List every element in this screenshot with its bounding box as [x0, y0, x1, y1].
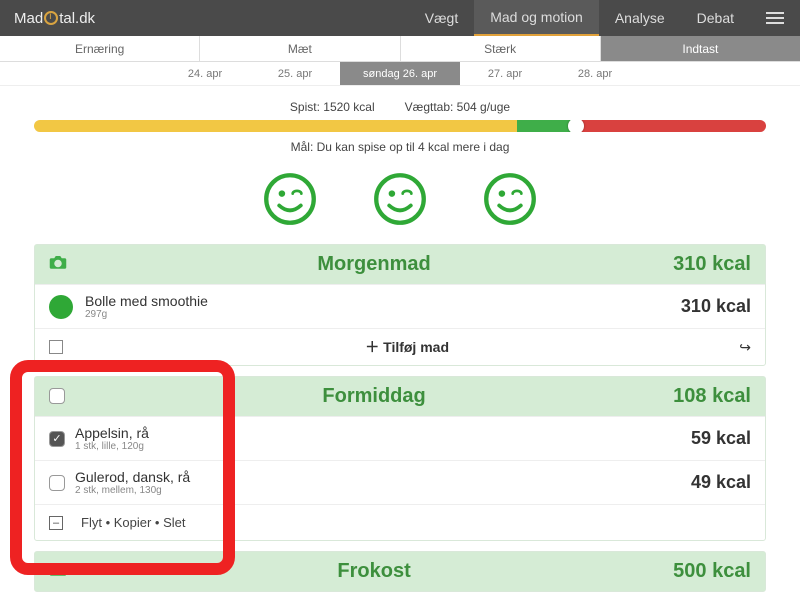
- calorie-bar: [34, 120, 766, 132]
- date-26apr[interactable]: søndag 26. apr: [340, 62, 460, 85]
- food-name: Appelsin, rå: [75, 425, 691, 441]
- meal-head: Morgenmad 310 kcal: [35, 245, 765, 284]
- summary-goal: Mål: Du kan spise op til 4 kcal mere i d…: [34, 140, 766, 154]
- food-row[interactable]: ✓ Appelsin, rå 1 stk, lille, 120g 59 kca…: [35, 416, 765, 460]
- food-text: Bolle med smoothie 297g: [85, 293, 681, 320]
- meal-formiddag: Formiddag 108 kcal ✓ Appelsin, rå 1 stk,…: [34, 376, 766, 541]
- select-all-checkbox[interactable]: [49, 388, 75, 406]
- nav-debat[interactable]: Debat: [681, 0, 750, 36]
- action-slet[interactable]: Slet: [163, 515, 185, 530]
- brand-logo[interactable]: Mad tal.dk: [0, 0, 109, 36]
- subtab-indtast[interactable]: Indtast: [601, 36, 800, 61]
- meal-title: Morgenmad: [75, 253, 673, 276]
- top-nav: Mad tal.dk Vægt Mad og motion Analyse Deb…: [0, 0, 800, 36]
- food-checkbox[interactable]: [49, 474, 75, 491]
- meal-kcal: 500 kcal: [673, 560, 751, 583]
- subtab-ernaering[interactable]: Ernæring: [0, 36, 200, 61]
- date-24apr[interactable]: 24. apr: [160, 62, 250, 85]
- nav-menu[interactable]: [750, 0, 800, 36]
- bar-knob[interactable]: [568, 120, 584, 132]
- bar-red: [576, 120, 766, 132]
- nav-mad-motion[interactable]: Mad og motion: [474, 0, 599, 36]
- action-flyt[interactable]: Flyt: [81, 515, 102, 530]
- food-checkbox[interactable]: ✓: [49, 430, 75, 447]
- hamburger-icon: [766, 12, 784, 24]
- food-sub: 2 stk, mellem, 130g: [75, 485, 691, 496]
- smiley-row: [0, 162, 800, 244]
- subtab-maet[interactable]: Mæt: [200, 36, 400, 61]
- brand-pre: Mad: [14, 10, 43, 27]
- sub-tabs: Ernæring Mæt Stærk Indtast: [0, 36, 800, 62]
- smiley-2-icon: [373, 172, 427, 226]
- date-25apr[interactable]: 25. apr: [250, 62, 340, 85]
- food-text: Gulerod, dansk, rå 2 stk, mellem, 130g: [75, 469, 691, 496]
- meal-kcal: 108 kcal: [673, 385, 751, 408]
- nav-vaegt[interactable]: Vægt: [409, 0, 474, 36]
- brand-post: tal.dk: [59, 10, 95, 27]
- meals-container: Morgenmad 310 kcal Bolle med smoothie 29…: [0, 244, 800, 592]
- deselect-icon[interactable]: –: [49, 516, 63, 530]
- food-name: Gulerod, dansk, rå: [75, 469, 691, 485]
- food-kcal: 310 kcal: [681, 296, 751, 317]
- camera-icon[interactable]: [49, 562, 75, 581]
- food-sub: 297g: [85, 309, 681, 320]
- date-28apr[interactable]: 28. apr: [550, 62, 640, 85]
- summary-eaten: Spist: 1520 kcal: [290, 100, 375, 114]
- share-icon[interactable]: ↪: [739, 339, 751, 356]
- food-text: Appelsin, rå 1 stk, lille, 120g: [75, 425, 691, 452]
- meal-title: Formiddag: [75, 385, 673, 408]
- meal-frokost: Frokost 500 kcal: [34, 551, 766, 592]
- food-kcal: 49 kcal: [691, 472, 751, 493]
- date-row: 24. apr 25. apr søndag 26. apr 27. apr 2…: [0, 62, 800, 86]
- food-row[interactable]: Bolle med smoothie 297g 310 kcal: [35, 284, 765, 328]
- camera-icon[interactable]: [49, 255, 75, 274]
- meal-head: Frokost 500 kcal: [35, 552, 765, 591]
- add-food-button[interactable]: ＋ Tilføj mad: [75, 337, 739, 357]
- summary-block: Spist: 1520 kcal Vægttab: 504 g/uge Mål:…: [0, 86, 800, 162]
- selection-actions: – Flyt • Kopier • Slet: [35, 504, 765, 540]
- action-kopier[interactable]: Kopier: [114, 515, 152, 530]
- subtab-staerk[interactable]: Stærk: [401, 36, 601, 61]
- date-27apr[interactable]: 27. apr: [460, 62, 550, 85]
- food-row[interactable]: Gulerod, dansk, rå 2 stk, mellem, 130g 4…: [35, 460, 765, 504]
- smiley-1-icon: [263, 172, 317, 226]
- food-dot-icon: [49, 295, 73, 319]
- food-name: Bolle med smoothie: [85, 293, 681, 309]
- bar-yellow: [34, 120, 517, 132]
- bar-green: [517, 120, 576, 132]
- food-kcal: 59 kcal: [691, 428, 751, 449]
- smiley-3-icon: [483, 172, 537, 226]
- select-all-checkbox[interactable]: [49, 340, 63, 354]
- meal-title: Frokost: [75, 560, 673, 583]
- meal-kcal: 310 kcal: [673, 253, 751, 276]
- food-sub: 1 stk, lille, 120g: [75, 441, 691, 452]
- meal-morgenmad: Morgenmad 310 kcal Bolle med smoothie 29…: [34, 244, 766, 366]
- nav-analyse[interactable]: Analyse: [599, 0, 681, 36]
- brand-logo-icon: [44, 11, 58, 25]
- add-food-row: ＋ Tilføj mad ↪: [35, 328, 765, 365]
- summary-loss: Vægttab: 504 g/uge: [405, 100, 510, 114]
- meal-head: Formiddag 108 kcal: [35, 377, 765, 416]
